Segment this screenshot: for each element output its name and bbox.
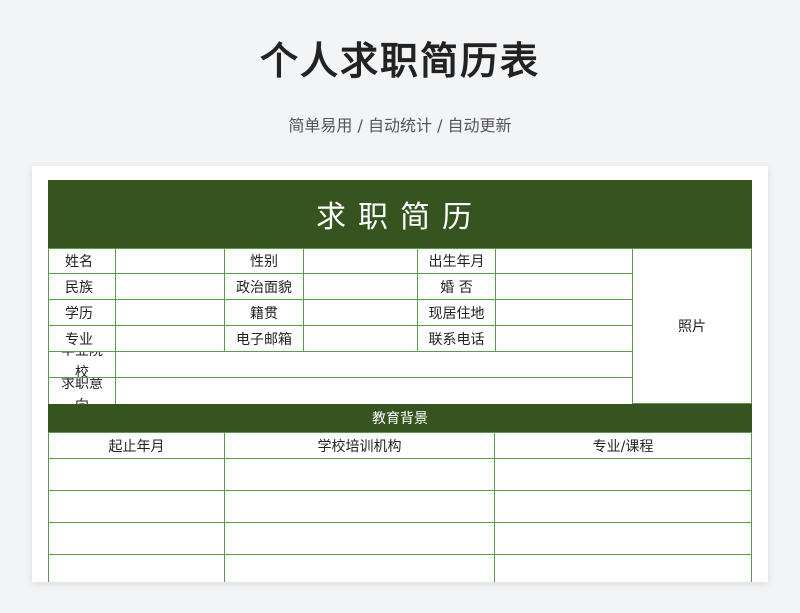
page-title: 个人求职简历表 — [259, 39, 540, 83]
label-major: 专业 — [48, 325, 116, 352]
education-field[interactable] — [115, 299, 225, 326]
page-subtitle: 简单易用 / 自动统计 / 自动更新 — [288, 116, 512, 135]
education-section-title: 教育背景 — [48, 404, 752, 432]
marriage-field[interactable] — [495, 273, 633, 300]
major-field[interactable] — [115, 325, 225, 352]
edu-row3-school[interactable] — [224, 522, 495, 555]
label-education: 学历 — [48, 299, 116, 326]
label-intent-text: 求职意向 — [61, 377, 103, 404]
phone-field[interactable] — [495, 325, 633, 352]
label-gender: 性别 — [224, 248, 304, 274]
label-email: 电子邮箱 — [224, 325, 304, 352]
edu-row4-school[interactable] — [224, 554, 495, 582]
politics-field[interactable] — [303, 273, 418, 300]
address-field[interactable] — [495, 299, 633, 326]
email-field[interactable] — [303, 325, 418, 352]
photo-cell[interactable]: 照片 — [632, 248, 752, 404]
edu-row1-period[interactable] — [48, 458, 225, 491]
label-phone: 联系电话 — [417, 325, 496, 352]
edu-row3-major[interactable] — [494, 522, 752, 555]
label-ethnicity: 民族 — [48, 273, 116, 300]
edu-row2-school[interactable] — [224, 490, 495, 523]
label-birth: 出生年月 — [417, 248, 496, 274]
label-intent: 求职意向 — [48, 377, 116, 405]
resume-banner: 求职简历 — [48, 180, 752, 248]
ethnicity-field[interactable] — [115, 273, 225, 300]
edu-row3-period[interactable] — [48, 522, 225, 555]
edu-row4-period[interactable] — [48, 554, 225, 582]
edu-col-period: 起止年月 — [48, 432, 225, 459]
edu-col-school: 学校培训机构 — [224, 432, 495, 459]
edu-col-major: 专业/课程 — [494, 432, 752, 459]
label-native-place: 籍贯 — [224, 299, 304, 326]
edu-row2-major[interactable] — [494, 490, 752, 523]
label-school-text: 毕业院校 — [61, 351, 103, 378]
gender-field[interactable] — [303, 248, 418, 274]
name-field[interactable] — [115, 248, 225, 274]
resume-sheet: 求职简历 姓名 性别 出生年月 照片 民族 政治面貌 婚 否 学历 籍贯 现居住… — [32, 166, 768, 582]
label-school: 毕业院校 — [48, 351, 116, 378]
label-politics: 政治面貌 — [224, 273, 304, 300]
edu-row1-major[interactable] — [494, 458, 752, 491]
edu-row4-major[interactable] — [494, 554, 752, 582]
intent-field[interactable] — [115, 377, 633, 405]
edu-row2-period[interactable] — [48, 490, 225, 523]
native-place-field[interactable] — [303, 299, 418, 326]
school-field[interactable] — [115, 351, 633, 378]
label-marriage: 婚 否 — [417, 273, 496, 300]
label-address: 现居住地 — [417, 299, 496, 326]
label-name: 姓名 — [48, 248, 116, 274]
birth-field[interactable] — [495, 248, 633, 274]
edu-row1-school[interactable] — [224, 458, 495, 491]
resume-grid: 姓名 性别 出生年月 照片 民族 政治面貌 婚 否 学历 籍贯 现居住地 专业 … — [48, 248, 752, 582]
